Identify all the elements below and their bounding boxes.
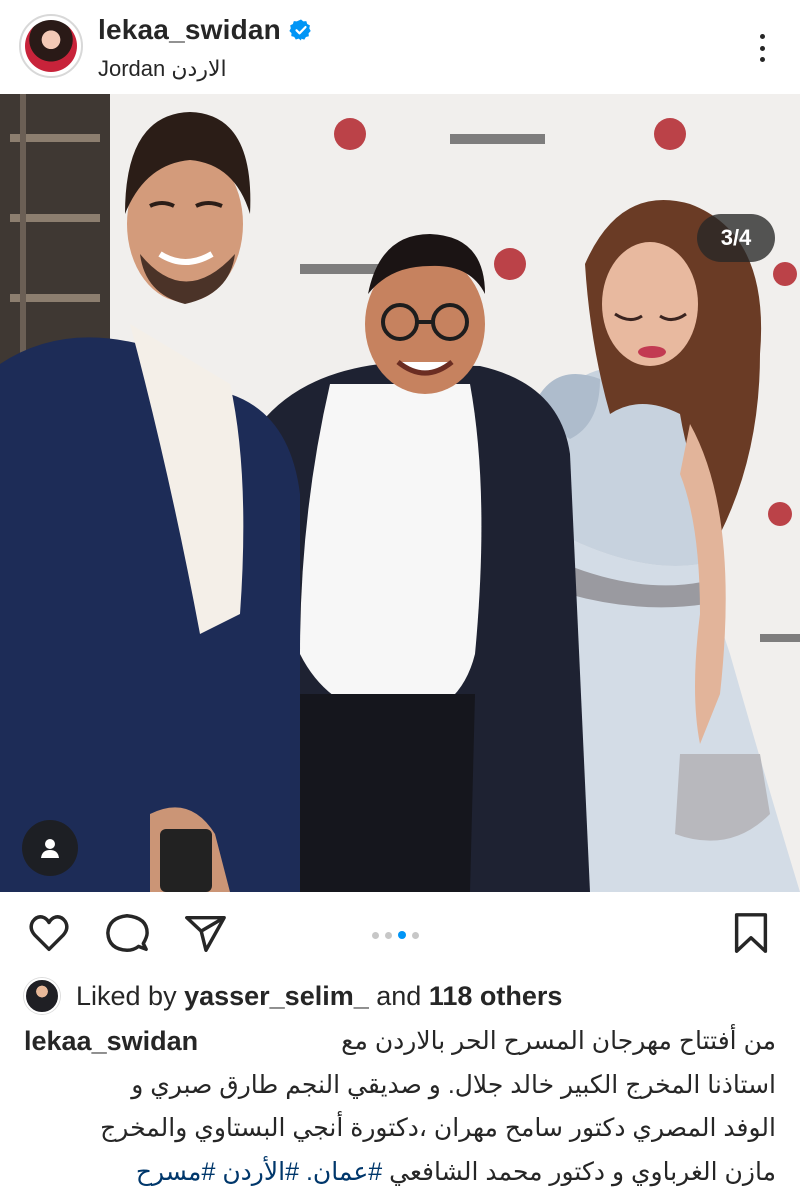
carousel-dot [412, 931, 419, 939]
hashtag-link[interactable]: #مسرح [136, 1151, 216, 1195]
likes-prefix: Liked by [76, 980, 185, 1011]
person-icon [41, 839, 59, 858]
hashtag-link[interactable]: #الأردن [222, 1151, 299, 1195]
post-caption: lekaa_swidan من أفتتاح مهرجان المسرح الح… [24, 1020, 776, 1194]
carousel-dot [372, 931, 379, 939]
carousel-counter: 3/4 [697, 214, 775, 262]
caption-text: من أفتتاح مهرجان المسرح الحر بالاردن مع [341, 1027, 776, 1055]
post-photo[interactable]: 3/4 [0, 94, 800, 892]
caption-line: مازن الغرباوي و دكتور محمد الشافعي #عمان… [24, 1151, 776, 1195]
avatar-image [25, 20, 77, 72]
likes-others[interactable]: 118 others [429, 981, 563, 1011]
heart-icon[interactable] [26, 910, 72, 956]
caption-text: الوفد المصري دكتور سامح مهران ،دكتورة أن… [100, 1114, 776, 1142]
post-header: lekaa_swidan Jordan الاردن [0, 0, 800, 94]
send-icon[interactable] [182, 910, 228, 956]
profile-avatar[interactable] [19, 14, 83, 78]
carousel-dot [385, 931, 392, 939]
liker-username[interactable]: yasser_selim_ [184, 981, 369, 1011]
carousel-dot-active [398, 931, 406, 939]
username-row: lekaa_swidan [98, 14, 313, 46]
caption-line: الوفد المصري دكتور سامح مهران ،دكتورة أن… [24, 1107, 776, 1151]
liker-avatar [24, 978, 60, 1014]
likes-middle: and [368, 980, 429, 1011]
comment-icon[interactable] [104, 910, 150, 956]
caption-text: مازن الغرباوي و دكتور محمد الشافعي [389, 1157, 776, 1186]
action-bar [0, 892, 800, 972]
likes-text: Liked by yasser_selim_ and 118 others [76, 981, 562, 1012]
caption-text: استاذنا المخرج الكبير خالد جلال. و صديقي… [131, 1070, 776, 1099]
more-options-icon[interactable] [748, 28, 776, 68]
username-link[interactable]: lekaa_swidan [98, 14, 281, 46]
hashtag-link[interactable]: #عمان. [306, 1151, 382, 1195]
tagged-people-icon[interactable] [22, 820, 78, 876]
likes-row[interactable]: Liked by yasser_selim_ and 118 others [24, 978, 562, 1014]
carousel-indicator [372, 931, 419, 939]
verified-badge-icon [289, 19, 311, 41]
caption-line: استاذنا المخرج الكبير خالد جلال. و صديقي… [24, 1064, 776, 1108]
bookmark-icon[interactable] [728, 910, 774, 956]
caption-username[interactable]: lekaa_swidan [24, 1020, 198, 1064]
location-link[interactable]: Jordan الاردن [98, 56, 227, 82]
photo-illustration [0, 94, 800, 892]
caption-line: lekaa_swidan من أفتتاح مهرجان المسرح الح… [24, 1020, 776, 1064]
